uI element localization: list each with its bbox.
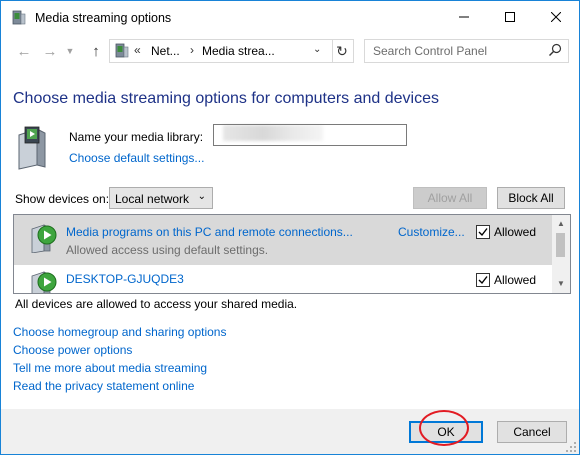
media-streaming-icon [12,10,26,25]
media-device-icon [31,271,57,293]
sharing-summary: All devices are allowed to access your s… [15,297,298,311]
forward-button[interactable]: → [39,41,61,61]
refresh-button[interactable]: ↻ [331,39,354,63]
block-all-button[interactable]: Block All [497,187,565,209]
device-list-scrollbar[interactable]: ▲ ▼ [552,215,570,293]
forward-arrow-icon: → [42,42,58,60]
device-allowed-label: Allowed [494,225,537,239]
caret-up-icon: ▲ [557,218,565,228]
scroll-up-button[interactable]: ▲ [552,215,570,231]
device-allowed-checkbox[interactable] [476,273,490,287]
device-list[interactable]: Media programs on this PC and remote con… [13,214,571,294]
breadcrumb-separator[interactable]: › [190,43,194,57]
checkmark-icon [478,276,488,285]
media-library-icon [18,126,46,170]
breadcrumb-network[interactable]: Net... [151,44,180,58]
title-bar: Media streaming options [1,1,579,35]
address-overflow[interactable]: « [134,43,141,57]
up-arrow-icon: ↑ [92,42,100,60]
device-allowed-label: Allowed [494,273,537,287]
allow-all-button[interactable]: Allow All [413,187,487,209]
device-row[interactable]: Media programs on this PC and remote con… [14,215,552,265]
device-name[interactable]: DESKTOP-GJUQDE3 [66,272,184,286]
media-streaming-window: Media streaming options ← → ▼ ↑ « Net...… [0,0,580,455]
recent-locations-button[interactable]: ▼ [63,41,77,61]
up-button[interactable]: ↑ [85,41,107,61]
privacy-statement-link[interactable]: Read the privacy statement online [13,379,194,393]
power-options-link[interactable]: Choose power options [13,343,132,357]
close-icon [551,12,561,22]
show-devices-label: Show devices on: [15,192,110,206]
breadcrumb-media-streaming[interactable]: Media strea... [202,44,275,58]
scroll-down-button[interactable]: ▼ [552,275,570,291]
chevron-down-icon: ▼ [65,46,75,56]
media-streaming-icon [115,43,129,58]
address-dropdown[interactable]: ⌄ [313,44,321,55]
back-arrow-icon: ← [16,42,32,60]
media-device-icon [31,224,57,253]
window-title: Media streaming options [35,11,172,25]
page-title: Choose media streaming options for compu… [13,90,439,107]
search-input[interactable]: Search Control Panel [364,39,569,63]
cancel-button[interactable]: Cancel [497,421,567,443]
library-name-label: Name your media library: [69,130,204,144]
device-description: Allowed access using default settings. [66,243,269,257]
address-bar[interactable]: « Net... › Media strea... ⌄ [109,39,333,63]
minimize-button[interactable] [441,1,487,33]
chevron-down-icon: ⌄ [197,191,206,202]
library-name-field[interactable] [213,124,407,146]
checkmark-icon [478,228,488,237]
scroll-thumb[interactable] [556,233,565,257]
caret-down-icon: ▼ [557,278,565,288]
device-name[interactable]: Media programs on this PC and remote con… [66,225,353,239]
media-streaming-help-link[interactable]: Tell me more about media streaming [13,361,207,375]
refresh-icon: ↻ [336,42,348,59]
search-icon [549,43,562,56]
choose-default-settings-link[interactable]: Choose default settings... [69,151,204,165]
minimize-icon [459,16,469,18]
show-devices-select[interactable]: Local network ⌄ [109,187,213,209]
device-allowed-checkbox[interactable] [476,225,490,239]
resize-grip-icon[interactable] [565,441,577,453]
close-button[interactable] [533,1,579,33]
maximize-icon [505,12,515,22]
chevron-down-icon: ⌄ [313,44,322,55]
dialog-footer [1,409,579,454]
maximize-button[interactable] [487,1,533,33]
customize-link[interactable]: Customize... [398,225,465,239]
show-devices-value: Local network [115,192,190,206]
highlight-circle [419,410,469,446]
back-button[interactable]: ← [13,41,35,61]
homegroup-sharing-link[interactable]: Choose homegroup and sharing options [13,325,226,339]
search-placeholder: Search Control Panel [373,44,488,58]
